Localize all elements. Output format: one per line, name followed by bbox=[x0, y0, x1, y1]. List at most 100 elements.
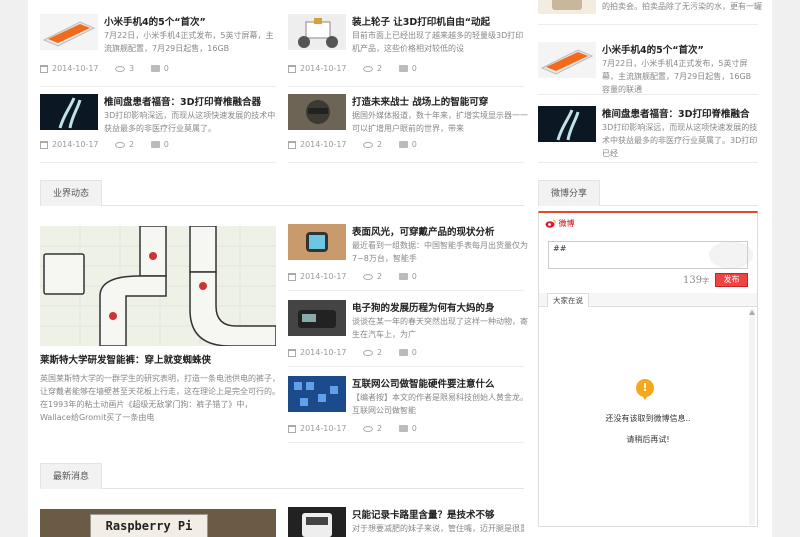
article-card[interactable]: 电子狗的发展历程为何有大妈的身 谈谈在某一年的春天突然出现了这样一种动物，寄生在… bbox=[288, 300, 528, 360]
section-header-industry: 业界动态 bbox=[40, 180, 524, 206]
article-title[interactable]: 小米手机4的5个“首次” bbox=[602, 42, 758, 56]
divider bbox=[288, 86, 524, 87]
comment-icon bbox=[398, 349, 408, 356]
article-desc: 最近看到一组数据：中国智能手表每月出货量仅为7~8万台，智能手 bbox=[352, 241, 528, 263]
article-thumbnail[interactable] bbox=[288, 300, 346, 336]
article-meta: 2014-10-17 2 0 bbox=[288, 140, 417, 149]
tab-industry[interactable]: 业界动态 bbox=[40, 180, 103, 206]
article-meta: 2014-10-17 3 0 bbox=[40, 64, 169, 73]
article-title[interactable]: 装上轮子 让3D打印机自由“动起 bbox=[352, 14, 528, 28]
eye-icon bbox=[363, 141, 374, 148]
article-date: 2014-10-17 bbox=[300, 140, 347, 149]
article-comments: 0 bbox=[411, 348, 417, 357]
article-comments: 0 bbox=[411, 424, 417, 433]
article-title[interactable]: 椎间盘患者福音：3D打印脊椎融合 bbox=[602, 106, 758, 120]
article-desc: 对于想要减肥的妹子来说，管住嘴，迈开腿是很重 bbox=[352, 524, 524, 533]
article-thumbnail[interactable] bbox=[288, 94, 346, 130]
article-comments: 0 bbox=[411, 64, 417, 73]
article-desc: 【编者按】本文的作者是限易科技创始人黄金龙。互联网公司做智能 bbox=[352, 393, 528, 415]
comment-icon bbox=[398, 141, 408, 148]
article-card[interactable]: 椎间盘患者福音：3D打印脊椎融合器 3D打印影响深远，而现从这项快速发展的技术中… bbox=[40, 94, 276, 162]
tab-feed[interactable]: 大家在说 bbox=[547, 293, 589, 307]
weibo-logo[interactable]: 微博 bbox=[545, 218, 575, 229]
article-card[interactable]: 打造未来战士 战场上的智能可穿 据国外媒体报道，数十年来，扩增实境显示器一一可以… bbox=[288, 94, 528, 162]
article-title[interactable]: 打造未来战士 战场上的智能可穿 bbox=[352, 94, 528, 108]
info-pin-icon: ! bbox=[636, 379, 654, 400]
article-meta: 2014-10-17 2 0 bbox=[288, 348, 417, 357]
article-card[interactable]: 表面风光，可穿戴产品的现状分析 最近看到一组数据：中国智能手表每月出货量仅为7~… bbox=[288, 224, 528, 284]
article-thumbnail[interactable] bbox=[288, 224, 346, 260]
article-meta: 2014-10-17 2 0 bbox=[288, 64, 417, 73]
feature-image[interactable] bbox=[40, 226, 276, 346]
article-date: 2014-10-17 bbox=[52, 140, 99, 149]
tab-latest[interactable]: 最新消息 bbox=[40, 463, 103, 489]
article-comments: 0 bbox=[411, 272, 417, 281]
sidebar-article[interactable]: 的拍卖会。拍卖品除了无污染的水，更有一罐 bbox=[538, 0, 774, 22]
article-date: 2014-10-17 bbox=[300, 424, 347, 433]
divider bbox=[288, 442, 524, 443]
article-card[interactable]: 小米手机4的5个“首次” 7月22日，小米手机4正式发布，5英寸屏幕，主流旗舰配… bbox=[40, 14, 276, 86]
article-desc: 3D打印影响深远，而现从这项快速发展的技术中获益最多的非医疗行业莫属了。3D打印… bbox=[602, 123, 758, 158]
divider bbox=[538, 24, 758, 25]
calendar-icon bbox=[288, 64, 296, 73]
latest-feature-image[interactable]: Raspberry Pi bbox=[40, 509, 276, 537]
tab-weibo[interactable]: 微博分享 bbox=[538, 180, 601, 206]
article-card[interactable]: 互联网公司做智能硬件要注意什么 【编者按】本文的作者是限易科技创始人黄金龙。互联… bbox=[288, 376, 528, 436]
article-card[interactable]: 只能记录卡路里含量？是技术不够 对于想要减肥的妹子来说，管住嘴，迈开腿是很重 bbox=[288, 507, 524, 537]
weibo-char-count: 139字 bbox=[683, 275, 709, 286]
divider bbox=[288, 290, 524, 291]
comment-icon bbox=[398, 65, 408, 72]
article-title[interactable]: 互联网公司做智能硬件要注意什么 bbox=[352, 376, 528, 390]
calendar-icon bbox=[288, 348, 296, 357]
article-thumbnail[interactable] bbox=[538, 106, 596, 142]
eye-icon bbox=[363, 349, 374, 356]
divider bbox=[40, 162, 276, 163]
article-desc: 目前市面上已经出现了越来越多的轻量级3D打印机产品，这些价格相对较低的设 bbox=[352, 31, 524, 53]
eye-icon bbox=[115, 141, 126, 148]
article-views: 2 bbox=[129, 140, 135, 149]
article-thumbnail[interactable] bbox=[288, 14, 346, 50]
article-thumbnail[interactable] bbox=[538, 0, 596, 14]
article-desc: 谈谈在某一年的春天突然出现了这样一种动物，寄生在汽车上，为广 bbox=[352, 317, 528, 339]
char-count-number: 139 bbox=[683, 275, 703, 286]
article-title[interactable]: 椎间盘患者福音：3D打印脊椎融合器 bbox=[104, 94, 280, 108]
article-card[interactable]: 装上轮子 让3D打印机自由“动起 目前市面上已经出现了越来越多的轻量级3D打印机… bbox=[288, 14, 524, 86]
eye-icon bbox=[363, 65, 374, 72]
comment-icon bbox=[150, 65, 160, 72]
sidebar-article[interactable]: 椎间盘患者福音：3D打印脊椎融合 3D打印影响深远，而现从这项快速发展的技术中获… bbox=[538, 106, 774, 160]
calendar-icon bbox=[40, 140, 48, 149]
article-desc: 7月22日，小米手机4正式发布，5英寸屏幕，主流旗舰配置，7月29日起售，16G… bbox=[602, 59, 752, 94]
calendar-icon bbox=[40, 64, 48, 73]
weibo-widget: 微博 ## 139字 发布 大家在说 ! 还没有该取到微博信息.. 请稍后再试! bbox=[538, 211, 758, 527]
weibo-retry-message: 请稍后再试! bbox=[626, 435, 670, 444]
article-title[interactable]: 表面风光，可穿戴产品的现状分析 bbox=[352, 224, 528, 238]
article-thumbnail[interactable] bbox=[538, 42, 596, 78]
calendar-icon bbox=[288, 424, 296, 433]
article-title[interactable]: 电子狗的发展历程为何有大妈的身 bbox=[352, 300, 528, 314]
eye-icon bbox=[363, 273, 374, 280]
article-thumbnail[interactable] bbox=[40, 14, 98, 50]
article-thumbnail[interactable] bbox=[288, 507, 346, 537]
char-count-unit: 字 bbox=[702, 277, 710, 285]
divider bbox=[288, 366, 524, 367]
article-date: 2014-10-17 bbox=[300, 348, 347, 357]
article-meta: 2014-10-17 2 0 bbox=[288, 272, 417, 281]
article-thumbnail[interactable] bbox=[40, 94, 98, 130]
weibo-empty-message: 还没有该取到微博信息.. bbox=[605, 414, 691, 423]
divider bbox=[40, 86, 276, 87]
weibo-input[interactable]: ## bbox=[548, 241, 748, 269]
article-thumbnail[interactable] bbox=[288, 376, 346, 412]
article-title[interactable]: 只能记录卡路里含量？是技术不够 bbox=[352, 507, 524, 521]
article-views: 2 bbox=[377, 424, 383, 433]
eye-icon bbox=[115, 65, 126, 72]
divider bbox=[288, 162, 524, 163]
article-meta: 2014-10-17 2 0 bbox=[288, 424, 417, 433]
feature-title[interactable]: 莱斯特大学研发智能裤：穿上就变蜘蛛侠 bbox=[40, 352, 280, 366]
article-date: 2014-10-17 bbox=[52, 64, 99, 73]
article-title[interactable]: 小米手机4的5个“首次” bbox=[104, 14, 280, 28]
page: 小米手机4的5个“首次” 7月22日，小米手机4正式发布，5英寸屏幕，主流旗舰配… bbox=[28, 0, 772, 537]
weibo-send-button[interactable]: 发布 bbox=[715, 273, 748, 287]
article-views: 2 bbox=[377, 272, 383, 281]
article-desc: 的拍卖会。拍卖品除了无污染的水，更有一罐 bbox=[602, 2, 762, 11]
sidebar-article[interactable]: 小米手机4的5个“首次” 7月22日，小米手机4正式发布，5英寸屏幕，主流旗舰配… bbox=[538, 42, 774, 96]
